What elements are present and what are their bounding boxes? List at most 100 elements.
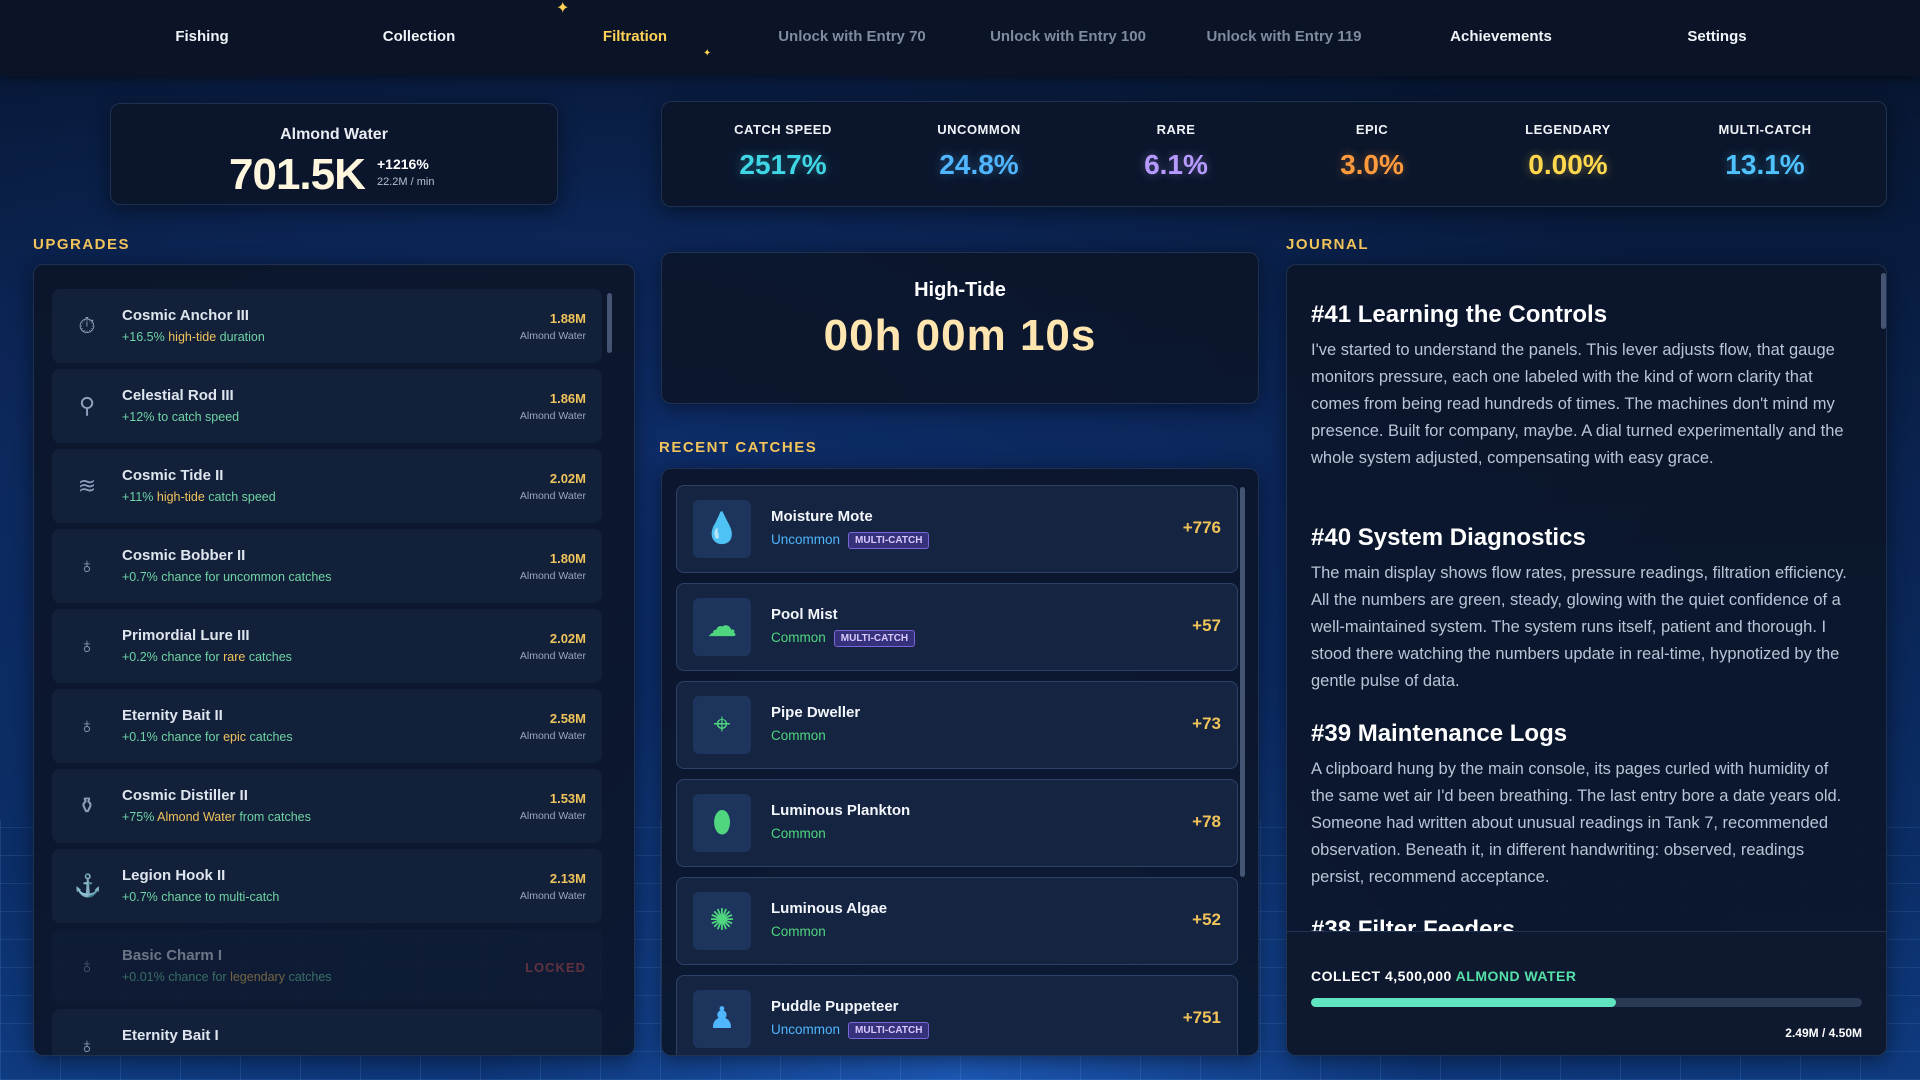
multi-catch-badge: MULTI-CATCH: [848, 532, 930, 549]
goal-amount: 2.49M / 4.50M: [1785, 1026, 1862, 1040]
upgrade-cost-unit: Almond Water: [519, 570, 586, 582]
upgrade-cost-unit: Almond Water: [519, 410, 586, 422]
upgrade-cost: 2.13M: [549, 871, 586, 886]
upgrade-cost-unit: Almond Water: [519, 490, 586, 502]
stat-value: 13.1%: [1725, 149, 1805, 180]
journal-entry-body: The main display shows flow rates, press…: [1311, 564, 1847, 690]
journal-entry-title: #40 System Diagnostics: [1311, 524, 1586, 551]
tab-collection[interactable]: Collection: [311, 28, 527, 45]
upgrade-row[interactable]: ⚲ Celestial Rod III +12% to catch speed 1.8…: [52, 369, 602, 443]
currency-amount: 701.5K: [229, 150, 366, 199]
upgrade-cost: 2.58M: [549, 711, 586, 726]
journal-entry-body: I've started to understand the panels. T…: [1311, 341, 1844, 467]
stat-value: 0.00%: [1528, 149, 1608, 180]
goal-label: COLLECT 4,500,000 ALMOND WATER: [1311, 968, 1577, 984]
waves-icon: ≋: [77, 473, 97, 498]
catch-row[interactable]: ⬮ Luminous Plankton Common +78: [676, 779, 1238, 867]
journal-entry-title: #41 Learning the Controls: [1311, 301, 1608, 328]
tab-fishing[interactable]: Fishing: [94, 28, 310, 45]
sparkle-icon: ✦: [703, 48, 712, 59]
catch-row[interactable]: 💧 Moisture Mote Uncommon MULTI-CATCH +776: [676, 485, 1238, 573]
upgrade-row[interactable]: ♁ Basic Charm I +0.01% chance for legendar…: [52, 929, 602, 1003]
journal-scrollbar[interactable]: [1881, 273, 1886, 329]
journal-entry-title: #39 Maintenance Logs: [1311, 720, 1568, 747]
catch-row[interactable]: ⌖ Pipe Dweller Common +73: [676, 681, 1238, 769]
stat-value: 2517%: [739, 149, 827, 180]
mist-icon: ☁: [693, 598, 751, 656]
upgrade-row[interactable]: ⚱ Cosmic Distiller II +75% Almond Water fr…: [52, 769, 602, 843]
multi-catch-badge: MULTI-CATCH: [848, 1022, 930, 1039]
distiller-icon: ⚱: [77, 793, 97, 818]
recent-catches-title: RECENT CATCHES: [659, 439, 818, 456]
upgrade-row[interactable]: ♁ Eternity Bait II +0.1% chance for epic c…: [52, 689, 602, 763]
upgrade-row[interactable]: ♁ Cosmic Bobber II +0.7% chance for uncomm…: [52, 529, 602, 603]
stat-epic: EPIC 3.0%: [1274, 102, 1470, 181]
upgrade-row[interactable]: ♁ Eternity Bait I: [52, 1009, 602, 1056]
upgrade-row[interactable]: ≋ Cosmic Tide II +11% high-tide catch spee…: [52, 449, 602, 523]
tab-achievements[interactable]: Achievements: [1393, 28, 1609, 45]
stat-label: EPIC: [1355, 122, 1389, 137]
catch-rarity-line: Uncommon MULTI-CATCH: [771, 532, 930, 549]
stat-label: MULTI-CATCH: [1718, 122, 1812, 137]
goal-section: COLLECT 4,500,000 ALMOND WATER 2.49M / 4…: [1287, 931, 1886, 1055]
droplet-icon: 💧: [693, 500, 751, 558]
high-tide-panel: High-Tide 00h 00m 10s: [661, 252, 1259, 404]
sparkle-icon: ✦: [556, 0, 570, 17]
upgrade-name: Primordial Lure III: [122, 627, 250, 644]
algae-icon: ✺: [693, 892, 751, 950]
rod-icon: ⚲: [78, 393, 96, 418]
upgrade-row[interactable]: ♁ Primordial Lure III +0.2% chance for rar…: [52, 609, 602, 683]
recent-catches-panel: 💧 Moisture Mote Uncommon MULTI-CATCH +776 ☁ Po…: [661, 468, 1259, 1056]
upgrade-name: Celestial Rod III: [122, 387, 234, 404]
stopwatch-icon: ⏱: [78, 313, 96, 338]
catch-name: Pipe Dweller: [771, 704, 861, 721]
upgrade-row[interactable]: ⚓ Legion Hook II +0.7% chance to multi-cat…: [52, 849, 602, 923]
upgrade-row[interactable]: ⏱ Cosmic Anchor III +16.5% high-tide durat…: [52, 289, 602, 363]
catch-rarity-line: Common: [771, 728, 826, 743]
plankton-icon: ⬮: [693, 794, 751, 852]
upgrade-cost: LOCKED: [525, 960, 586, 975]
bait-icon: ♁: [78, 1033, 96, 1056]
tab-locked-entry-119[interactable]: Unlock with Entry 119: [1176, 28, 1392, 45]
currency-panel: Almond Water 701.5K +1216% 22.2M / min: [110, 103, 558, 205]
catch-amount: +73: [1192, 714, 1221, 733]
journal-title: JOURNAL: [1286, 236, 1370, 253]
stat-label: UNCOMMON: [937, 122, 1021, 137]
tab-locked-entry-100[interactable]: Unlock with Entry 100: [960, 28, 1176, 45]
catch-rarity-line: Common: [771, 826, 826, 841]
puppeteer-icon: ♟: [693, 990, 751, 1048]
stat-multi-catch: MULTI-CATCH 13.1%: [1667, 102, 1863, 181]
catch-name: Luminous Algae: [771, 900, 888, 917]
upgrade-cost: 2.02M: [549, 471, 586, 486]
top-nav: Fishing Collection Filtration Unlock wit…: [0, 0, 1920, 76]
bait-icon: ♁: [78, 713, 96, 738]
catches-scrollbar[interactable]: [1240, 487, 1245, 877]
upgrade-description: +12% to catch speed: [122, 410, 240, 424]
catch-row[interactable]: ♟ Puddle Puppeteer Uncommon MULTI-CATCH +751: [676, 975, 1238, 1055]
catch-row[interactable]: ✺ Luminous Algae Common +52: [676, 877, 1238, 965]
goal-progress-bar: [1311, 998, 1862, 1007]
stat-value: 3.0%: [1340, 149, 1404, 180]
catch-amount: +52: [1192, 910, 1221, 929]
goal-progress-fill: [1311, 998, 1616, 1007]
upgrade-description: +0.1% chance for epic catches: [122, 730, 293, 744]
upgrade-name: Eternity Bait I: [122, 1027, 219, 1044]
upgrade-description: +0.2% chance for rare catches: [122, 650, 292, 664]
catch-rarity: Uncommon: [771, 532, 841, 547]
tab-settings[interactable]: Settings: [1609, 28, 1825, 45]
tab-filtration[interactable]: Filtration: [527, 28, 743, 45]
upgrade-name: Cosmic Anchor III: [122, 307, 249, 324]
catch-rarity-line: Uncommon MULTI-CATCH: [771, 1022, 930, 1039]
currency-name: Almond Water: [280, 126, 388, 143]
tab-locked-entry-70[interactable]: Unlock with Entry 70: [744, 28, 960, 45]
upgrade-description: +16.5% high-tide duration: [122, 330, 265, 344]
stat-uncommon: UNCOMMON 24.8%: [881, 102, 1077, 181]
upgrade-description: +0.7% chance for uncommon catches: [122, 570, 332, 584]
catch-rarity-line: Common: [771, 924, 826, 939]
upgrades-panel: ⏱ Cosmic Anchor III +16.5% high-tide durat…: [33, 264, 635, 1056]
catch-row[interactable]: ☁ Pool Mist Common MULTI-CATCH +57: [676, 583, 1238, 671]
catch-name: Luminous Plankton: [771, 802, 911, 819]
stat-value: 24.8%: [939, 149, 1019, 180]
stat-label: RARE: [1156, 122, 1196, 137]
upgrades-scrollbar[interactable]: [607, 293, 612, 353]
